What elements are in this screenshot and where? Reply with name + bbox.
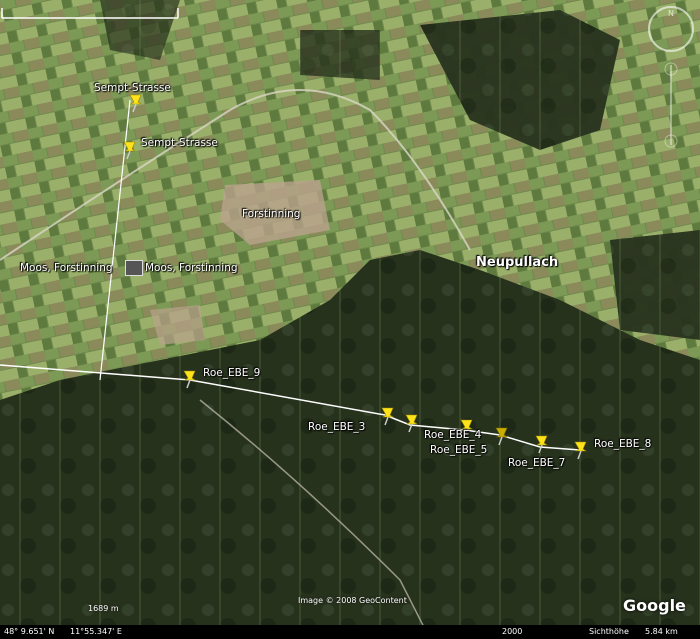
satellite-map[interactable]: N Sempt-Strasse Sempt-Strasse Moos, Fors… [0, 0, 700, 639]
scale-label: 1689 m [88, 604, 119, 613]
placemark-label[interactable]: Moos, Forstinning [145, 262, 238, 274]
pushpin-icon[interactable] [181, 369, 199, 389]
placemark-label[interactable]: Roe_EBE_5 [430, 444, 487, 456]
navigation-control-icon[interactable] [662, 60, 680, 150]
pushpin-icon[interactable] [533, 434, 551, 454]
town-label-neupullach: Neupullach [476, 255, 559, 270]
placemark-label[interactable]: Roe_EBE_9 [203, 367, 260, 379]
eye-altitude-label: Sichthöhe [589, 627, 629, 636]
imagery-credit: Image © 2008 GeoContent [298, 596, 407, 605]
svg-text:N: N [668, 9, 674, 18]
pushpin-icon[interactable] [403, 413, 421, 433]
eye-altitude-value: 5.84 km [645, 627, 678, 636]
pushpin-icon[interactable] [127, 93, 145, 113]
pushpin-icon[interactable] [121, 140, 139, 160]
placemark-label[interactable]: Sempt-Strasse [94, 82, 171, 94]
scale-bar [1, 8, 179, 19]
square-icon[interactable] [125, 260, 143, 276]
placemark-label[interactable]: Roe_EBE_7 [508, 457, 565, 469]
longitude-readout: 11°55.347' E [70, 627, 122, 636]
latitude-readout: 48° 9.651' N [4, 627, 55, 636]
pushpin-icon[interactable] [572, 440, 590, 460]
status-bar: 48° 9.651' N 11°55.347' E 2000 Sichthöhe… [0, 625, 700, 639]
town-label-forstinning: Forstinning [242, 208, 301, 220]
map-imagery [0, 0, 700, 639]
imagery-year: 2000 [502, 627, 523, 636]
placemark-label[interactable]: Moos, Forstinning [20, 262, 113, 274]
placemark-label[interactable]: Sempt-Strasse [141, 137, 218, 149]
placemark-label[interactable]: Roe_EBE_4 [424, 429, 481, 441]
placemark-label[interactable]: Roe_EBE_8 [594, 438, 651, 450]
placemark-label[interactable]: Roe_EBE_3 [308, 421, 365, 433]
pushpin-icon[interactable] [379, 406, 397, 426]
compass-icon[interactable]: N [646, 4, 696, 54]
google-logo: Google [623, 596, 686, 615]
pushpin-icon[interactable] [493, 426, 511, 446]
